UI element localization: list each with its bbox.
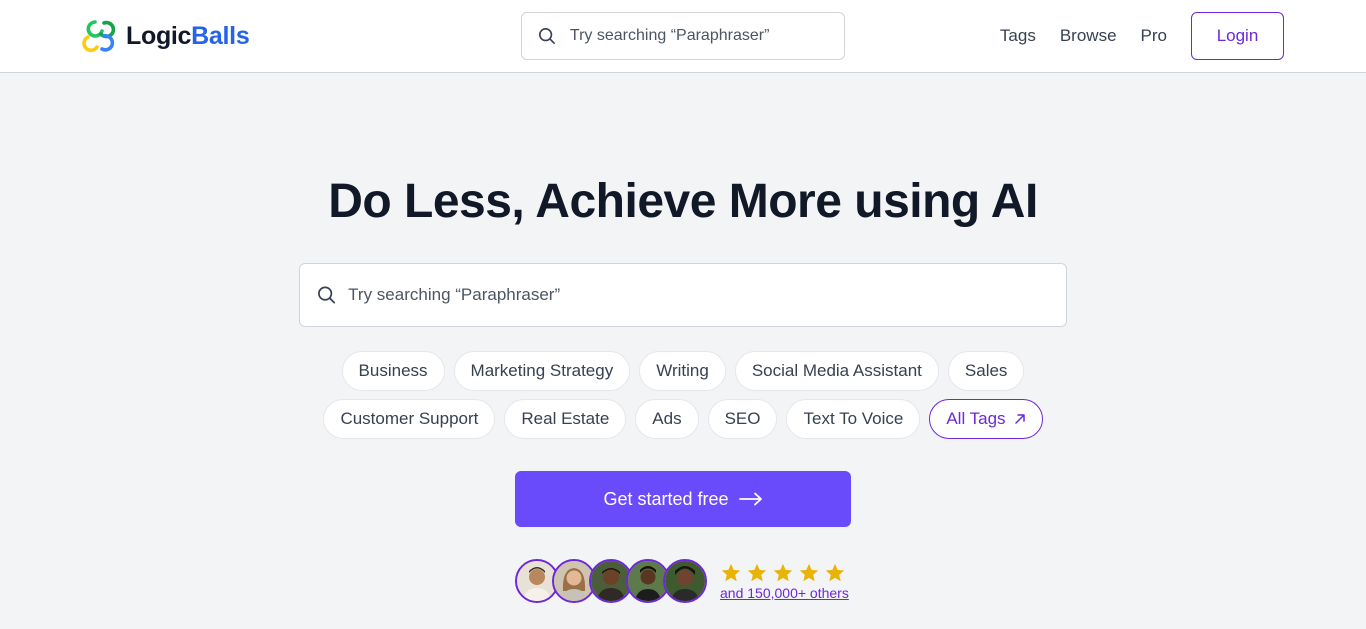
nav-pro[interactable]: Pro <box>1141 26 1167 46</box>
others-count-link[interactable]: and 150,000+ others <box>720 585 849 601</box>
get-started-button[interactable]: Get started free <box>515 471 851 527</box>
star-icon <box>721 563 741 581</box>
logo[interactable]: LogicBalls <box>82 18 250 54</box>
top-header: LogicBalls Tags Browse Pro Login <box>0 0 1366 73</box>
hero-search[interactable] <box>299 263 1067 327</box>
arrow-up-right-icon <box>1014 414 1025 424</box>
get-started-label: Get started free <box>603 488 729 509</box>
main-nav: Tags Browse Pro Login <box>1000 12 1284 60</box>
star-icon <box>799 563 819 581</box>
social-proof: and 150,000+ others <box>515 559 849 603</box>
hero-search-input[interactable] <box>348 285 1066 305</box>
tag-seo[interactable]: SEO <box>707 399 778 439</box>
all-tags-label: All Tags <box>946 409 1006 428</box>
tag-writing[interactable]: Writing <box>639 351 726 391</box>
star-rating <box>720 562 849 584</box>
logo-text: LogicBalls <box>126 21 250 51</box>
avatar <box>663 559 707 603</box>
header-search-input[interactable] <box>569 27 844 45</box>
nav-tags[interactable]: Tags <box>1000 26 1036 46</box>
logo-text-part1: Logic <box>126 21 192 50</box>
user-avatars <box>515 559 707 603</box>
logo-text-part2: Balls <box>191 21 250 50</box>
arrow-right-icon <box>738 492 762 506</box>
star-icon <box>825 563 845 581</box>
rating: and 150,000+ others <box>720 562 849 601</box>
tag-sales[interactable]: Sales <box>947 351 1025 391</box>
search-icon <box>318 286 336 304</box>
tag-ads[interactable]: Ads <box>635 399 699 439</box>
tag-real-estate[interactable]: Real Estate <box>504 399 627 439</box>
tag-text-to-voice[interactable]: Text To Voice <box>786 399 921 439</box>
tag-business[interactable]: Business <box>341 351 445 391</box>
nav-browse[interactable]: Browse <box>1060 26 1117 46</box>
login-button[interactable]: Login <box>1191 12 1284 60</box>
all-tags-button[interactable]: All Tags <box>929 399 1043 439</box>
header-search[interactable] <box>521 12 845 60</box>
star-icon <box>773 563 793 581</box>
search-icon <box>538 28 555 44</box>
tag-customer-support[interactable]: Customer Support <box>323 399 496 439</box>
tag-marketing-strategy[interactable]: Marketing Strategy <box>453 351 631 391</box>
logicballs-logo-icon <box>82 20 116 53</box>
tag-row-2: Customer Support Real Estate Ads SEO Tex… <box>0 399 1366 439</box>
tag-row-1: Business Marketing Strategy Writing Soci… <box>0 351 1366 391</box>
tag-social-media-assistant[interactable]: Social Media Assistant <box>734 351 939 391</box>
star-icon <box>747 563 767 581</box>
hero-title: Do Less, Achieve More using AI <box>328 175 1038 228</box>
